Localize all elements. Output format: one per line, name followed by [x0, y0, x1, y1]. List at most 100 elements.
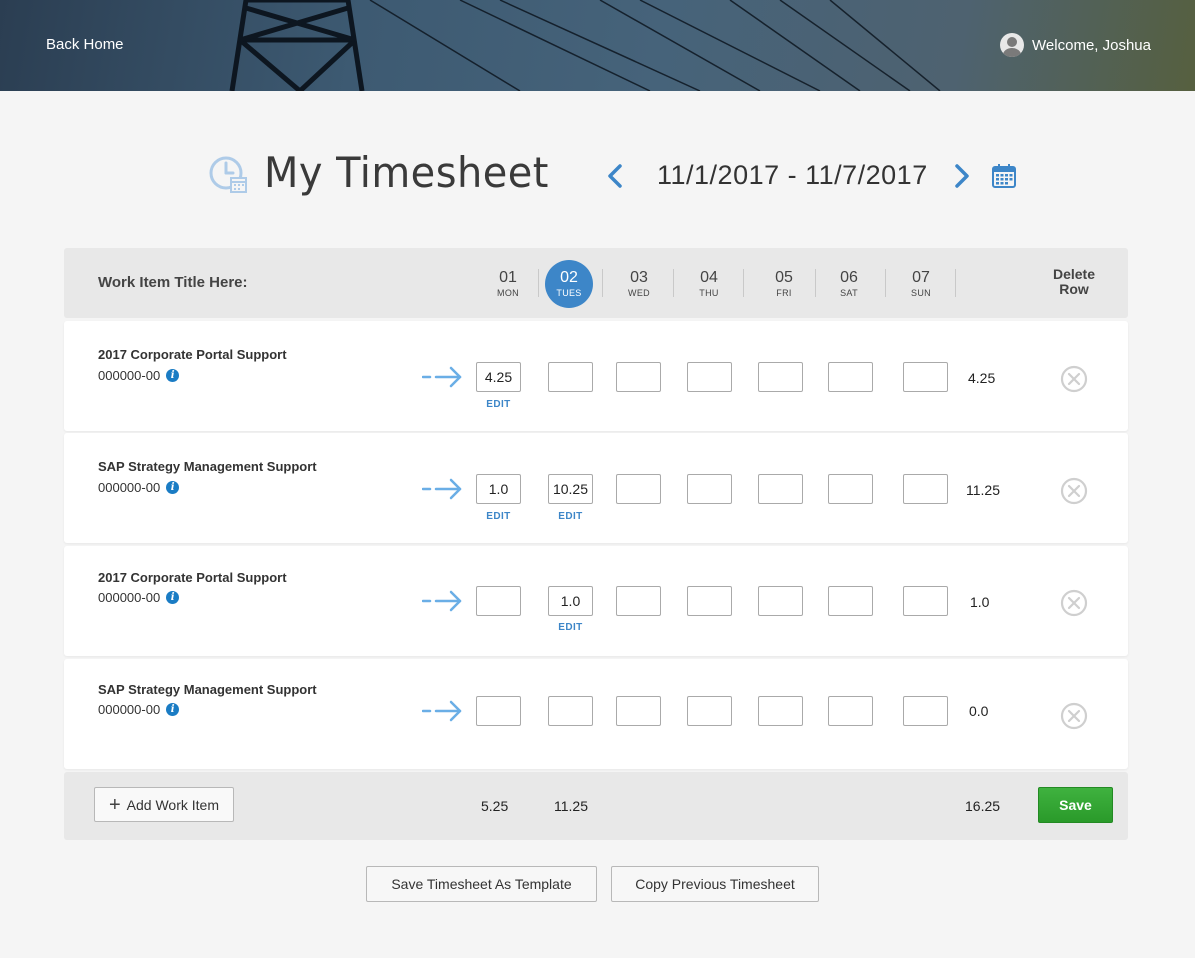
delete-row-icon[interactable]: [1060, 477, 1088, 505]
day-header-fri[interactable]: 05 FRI: [754, 270, 814, 299]
edit-link-tue[interactable]: EDIT: [548, 511, 593, 522]
date-range: 11/1/2017 - 11/7/2017: [657, 160, 928, 190]
hours-input-thu[interactable]: [687, 586, 732, 616]
clock-calendar-icon: [209, 156, 247, 193]
work-item-title: SAP Strategy Management Support: [98, 459, 317, 474]
chevron-left-icon[interactable]: [603, 162, 627, 190]
hours-input-tue[interactable]: [548, 586, 593, 616]
delete-label-line1: Delete: [1052, 266, 1096, 282]
work-item-code: 000000-00 i: [98, 480, 180, 495]
hours-input-sun[interactable]: [903, 586, 948, 616]
code-text: 000000-00: [98, 702, 161, 717]
hours-input-tue[interactable]: [548, 362, 593, 392]
delete-row-icon[interactable]: [1060, 702, 1088, 730]
day-sum-tue: 11.25: [554, 798, 588, 814]
code-text: 000000-00: [98, 368, 161, 383]
work-item-title: 2017 Corporate Portal Support: [98, 347, 287, 362]
page-title: My Timesheet: [264, 148, 549, 197]
table-row: SAP Strategy Management Support 000000-0…: [64, 659, 1128, 769]
hours-input-wed[interactable]: [616, 362, 661, 392]
user-greeting[interactable]: Welcome, Joshua: [1000, 33, 1151, 57]
arrow-right-icon: [422, 366, 462, 388]
day-header-sun[interactable]: 07 SUN: [891, 270, 951, 299]
save-as-template-button[interactable]: Save Timesheet As Template: [366, 866, 597, 902]
hours-input-fri[interactable]: [758, 474, 803, 504]
edit-link-mon[interactable]: EDIT: [476, 511, 521, 522]
hours-input-thu[interactable]: [687, 474, 732, 504]
day-name: SUN: [911, 288, 931, 298]
delete-label-line2: Row: [1059, 281, 1089, 297]
grand-total: 16.25: [965, 798, 1001, 814]
hours-input-sun[interactable]: [903, 362, 948, 392]
hours-input-wed[interactable]: [616, 586, 661, 616]
hours-input-sat[interactable]: [828, 696, 873, 726]
hours-input-fri[interactable]: [758, 696, 803, 726]
hours-input-sat[interactable]: [828, 474, 873, 504]
day-number: 06: [840, 269, 858, 286]
table-header: Work Item Title Here: 01 MON 02 TUES 03 WED…: [64, 248, 1128, 318]
hours-input-wed[interactable]: [616, 474, 661, 504]
code-text: 000000-00: [98, 590, 161, 605]
hours-input-sun[interactable]: [903, 696, 948, 726]
day-header-wed[interactable]: 03 WED: [609, 270, 669, 299]
day-number: 01: [499, 269, 517, 286]
hours-input-mon[interactable]: [476, 586, 521, 616]
hours-input-fri[interactable]: [758, 362, 803, 392]
hours-input-thu[interactable]: [687, 362, 732, 392]
day-divider: [955, 269, 956, 297]
day-divider: [673, 269, 674, 297]
arrow-right-icon: [422, 478, 462, 500]
day-header-sat[interactable]: 06 SAT: [819, 269, 879, 299]
day-sum-mon: 5.25: [481, 798, 509, 814]
header-banner: Back Home Welcome, Joshua: [0, 0, 1195, 91]
hours-input-mon[interactable]: [476, 362, 521, 392]
day-header-mon[interactable]: 01 MON: [478, 269, 538, 299]
work-item-code: 000000-00 i: [98, 368, 180, 383]
day-name: MON: [497, 288, 519, 298]
day-header-tues-selected[interactable]: 02 TUES: [545, 260, 593, 308]
code-text: 000000-00: [98, 480, 161, 495]
table-row: SAP Strategy Management Support 000000-0…: [64, 433, 1128, 543]
table-row: 2017 Corporate Portal Support 000000-00 i…: [64, 546, 1128, 656]
copy-previous-timesheet-button[interactable]: Copy Previous Timesheet: [611, 866, 819, 902]
hours-input-wed[interactable]: [616, 696, 661, 726]
work-item-title: SAP Strategy Management Support: [98, 682, 317, 697]
day-divider: [743, 269, 744, 297]
info-icon[interactable]: i: [166, 369, 180, 382]
work-item-title: 2017 Corporate Portal Support: [98, 570, 287, 585]
day-divider: [602, 269, 603, 297]
edit-link-mon[interactable]: EDIT: [476, 399, 521, 410]
day-name: TUES: [556, 288, 582, 298]
info-icon[interactable]: i: [166, 591, 180, 604]
work-item-code: 000000-00 i: [98, 590, 180, 605]
work-item-code: 000000-00 i: [98, 702, 180, 717]
hours-input-mon[interactable]: [476, 696, 521, 726]
arrow-right-icon: [422, 700, 462, 722]
day-name: FRI: [776, 288, 792, 298]
delete-row-icon[interactable]: [1060, 589, 1088, 617]
info-icon[interactable]: i: [166, 481, 180, 494]
day-name: THU: [699, 288, 719, 298]
save-button[interactable]: Save: [1038, 787, 1113, 823]
hours-input-fri[interactable]: [758, 586, 803, 616]
hours-input-tue[interactable]: [548, 474, 593, 504]
hours-input-sat[interactable]: [828, 586, 873, 616]
info-icon[interactable]: i: [166, 703, 180, 716]
hours-input-sat[interactable]: [828, 362, 873, 392]
hours-input-sun[interactable]: [903, 474, 948, 504]
work-item-column-label: Work Item Title Here:: [98, 274, 248, 291]
chevron-right-icon[interactable]: [950, 162, 974, 190]
day-divider: [538, 269, 539, 297]
delete-row-icon[interactable]: [1060, 365, 1088, 393]
add-work-item-label: Add Work Item: [126, 796, 219, 813]
hours-input-tue[interactable]: [548, 696, 593, 726]
table-row: 2017 Corporate Portal Support 000000-00 i…: [64, 321, 1128, 431]
edit-link-tue[interactable]: EDIT: [548, 622, 593, 633]
back-home-link[interactable]: Back Home: [46, 36, 124, 53]
add-work-item-button[interactable]: + Add Work Item: [94, 787, 234, 822]
calendar-icon[interactable]: [991, 163, 1017, 189]
day-header-thu[interactable]: 04 THU: [679, 270, 739, 299]
day-number: 02: [560, 269, 578, 286]
hours-input-mon[interactable]: [476, 474, 521, 504]
hours-input-thu[interactable]: [687, 696, 732, 726]
